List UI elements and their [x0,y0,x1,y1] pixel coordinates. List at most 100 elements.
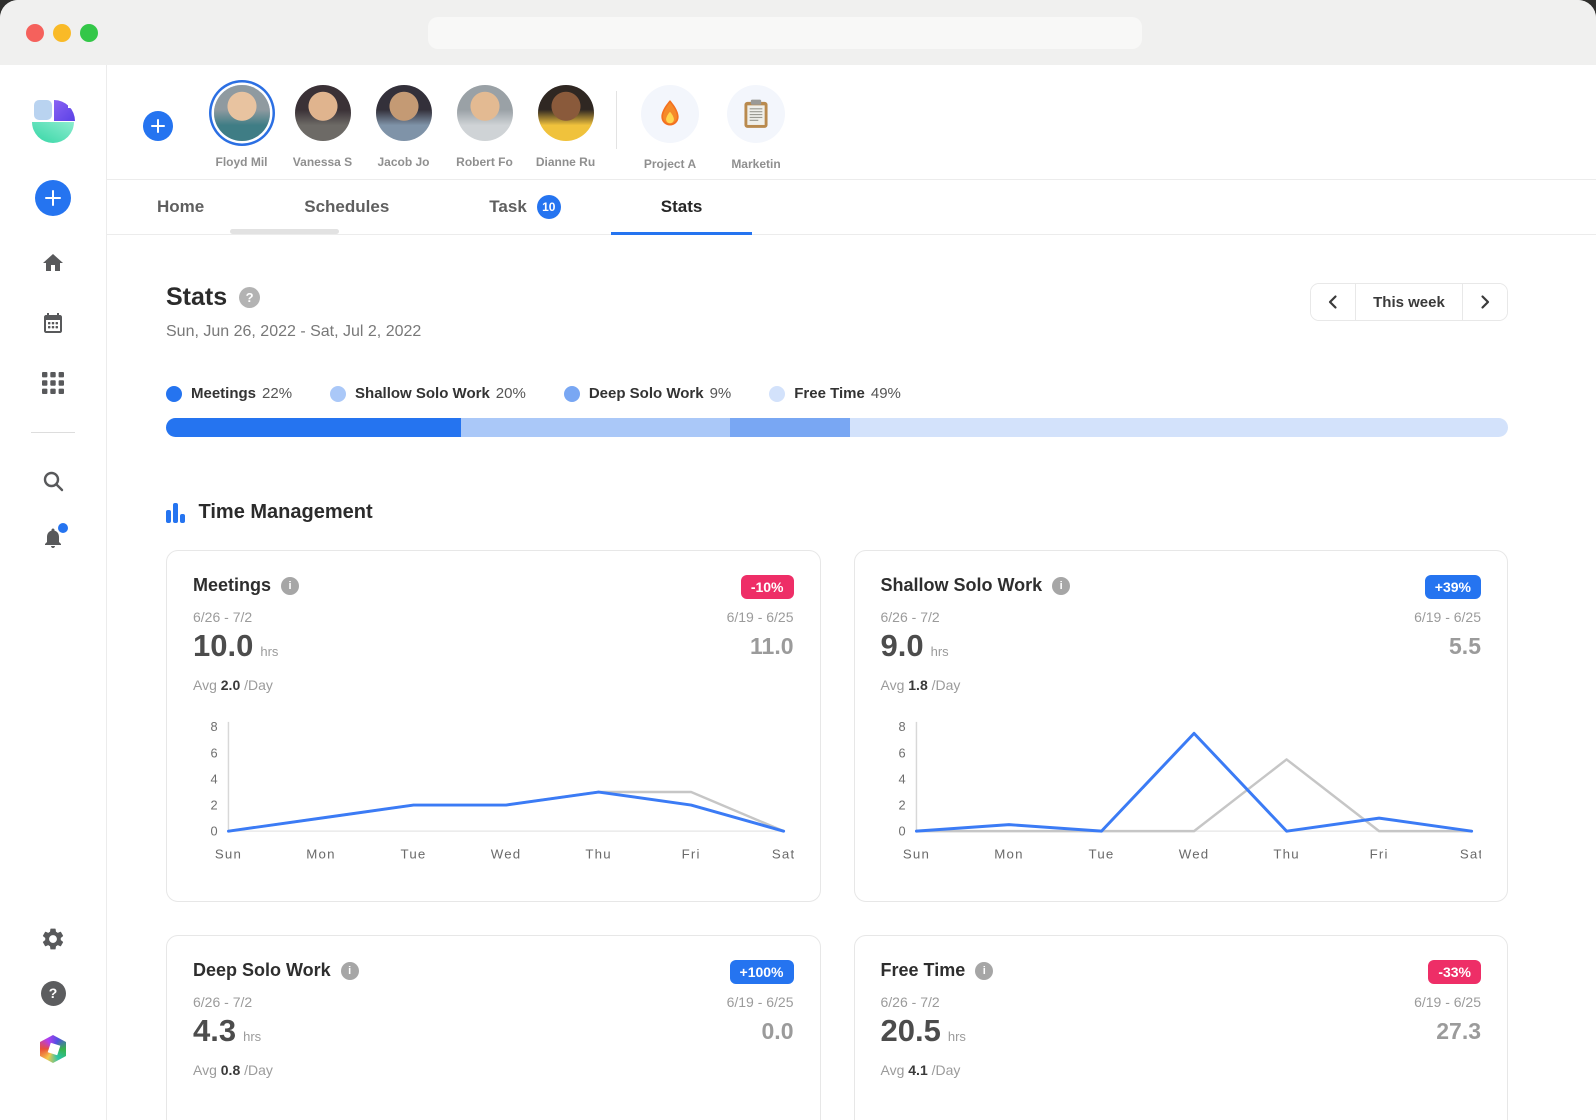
svg-text:Mon: Mon [306,847,335,862]
avatar [457,85,513,141]
current-period-block: 6/26 - 7/2 4.3 hrs Avg 0.8 /Day [193,994,273,1078]
legend-percent: 20% [496,385,526,402]
page-title: Stats [166,283,227,312]
week-label[interactable]: This week [1355,284,1463,320]
previous-value: 11.0 [727,633,794,660]
person-name: Floyd Mil [216,155,268,169]
stats-help-icon[interactable]: ? [239,287,260,308]
svg-text:Tue: Tue [401,847,427,862]
svg-text:6: 6 [898,745,905,760]
person-floyd[interactable]: Floyd Mil [201,85,282,169]
legend-meetings: Meetings 22% [166,385,292,402]
add-person-button[interactable] [143,111,173,141]
previous-value: 0.0 [727,1018,794,1045]
info-icon[interactable]: i [1052,577,1070,595]
screen: ? Floyd Mil Vanessa S [0,0,1596,1120]
svg-text:Mon: Mon [994,847,1023,862]
current-value: 9.0 [881,628,924,664]
zoom-button[interactable] [80,24,98,42]
date-range: Sun, Jun 26, 2022 - Sat, Jul 2, 2022 [166,323,421,341]
info-icon[interactable]: i [341,962,359,980]
previous-week-button[interactable] [1311,284,1355,320]
project-name: Project A [644,157,696,171]
notifications-bell-icon[interactable] [40,525,66,551]
settings-gear-icon[interactable] [40,926,66,952]
stats-heading-block: Stats ? Sun, Jun 26, 2022 - Sat, Jul 2, … [166,283,421,341]
tab-schedules[interactable]: Schedules [254,180,439,234]
svg-text:8: 8 [898,719,905,734]
sidebar-add-button[interactable] [35,180,71,216]
home-icon[interactable] [40,250,66,276]
svg-text:8: 8 [211,719,218,734]
person-jacob[interactable]: Jacob Jo [363,85,444,169]
person-robert[interactable]: Robert Fo [444,85,525,169]
traffic-lights [26,24,98,42]
change-badge: +100% [730,960,794,984]
average-value: 1.8 [908,677,927,693]
svg-text:2: 2 [898,798,905,813]
close-button[interactable] [26,24,44,42]
app-logo-icon[interactable] [30,98,76,144]
search-icon[interactable] [40,468,66,494]
info-glyph: i [348,965,351,977]
person-dianne[interactable]: Dianne Ru [525,85,606,169]
current-period: 6/26 - 7/2 [193,994,273,1010]
tab-label: Task [489,197,527,217]
previous-period-block: 6/19 - 6/25 11.0 [727,609,794,693]
integrations-logo-icon[interactable] [40,1036,66,1062]
tab-home[interactable]: Home [107,180,254,234]
legend-dot [166,386,182,402]
legend-dot [330,386,346,402]
titlebar [0,0,1596,65]
previous-period: 6/19 - 6/25 [1414,994,1481,1010]
info-glyph: i [983,965,986,977]
legend-dot [564,386,580,402]
line-chart-svg: 02468SunMonTueWedThuFriSat [881,715,1482,865]
legend-label: Meetings [191,385,256,402]
svg-text:Thu: Thu [1273,847,1299,862]
svg-text:2: 2 [211,798,218,813]
card-title: Meetings [193,575,271,596]
project-a[interactable]: Project A [627,85,713,171]
tab-task[interactable]: Task 10 [439,180,611,234]
project-marketing[interactable]: Marketin [713,85,799,171]
sidebar-divider [31,432,75,433]
info-glyph: i [288,580,291,592]
help-icon[interactable]: ? [40,980,66,1006]
person-vanessa[interactable]: Vanessa S [282,85,363,169]
svg-text:4: 4 [898,771,905,786]
average-line: Avg 2.0 /Day [193,677,278,693]
calendar-icon[interactable] [40,310,66,336]
svg-text:0: 0 [898,824,905,839]
previous-period-block: 6/19 - 6/25 5.5 [1414,609,1481,693]
tab-stats[interactable]: Stats [611,180,753,234]
info-icon[interactable]: i [975,962,993,980]
bar-segment [850,418,1508,437]
titlebar-search-input[interactable] [428,17,1142,49]
clipboard-icon [743,99,769,129]
current-period: 6/26 - 7/2 [193,609,278,625]
card-title: Shallow Solo Work [881,575,1043,596]
current-value: 20.5 [881,1013,941,1049]
left-sidebar: ? [0,65,107,1120]
shallow-solo-work-card: Shallow Solo Work i +39% 6/26 - 7/2 9.0 [854,550,1509,902]
svg-text:6: 6 [211,745,218,760]
info-icon[interactable]: i [281,577,299,595]
apps-grid-icon[interactable] [40,370,66,396]
svg-text:Sun: Sun [902,847,929,862]
legend-free-time: Free Time 49% [769,385,901,402]
legend-shallow-solo-work: Shallow Solo Work 20% [330,385,526,402]
current-value: 4.3 [193,1013,236,1049]
svg-text:Sat: Sat [1459,847,1481,862]
next-week-button[interactable] [1463,284,1507,320]
average-line: Avg 0.8 /Day [193,1062,273,1078]
tab-label: Home [157,197,204,217]
minimize-button[interactable] [53,24,71,42]
change-badge: -33% [1428,960,1481,984]
tabbar-scrollbar-thumb[interactable] [230,229,339,234]
bar-segment [461,418,729,437]
bar-chart-icon [166,503,185,523]
person-name: Vanessa S [293,155,352,169]
deep-solo-work-card: Deep Solo Work i +100% 6/26 - 7/2 4.3 [166,935,821,1120]
legend-label: Deep Solo Work [589,385,704,402]
